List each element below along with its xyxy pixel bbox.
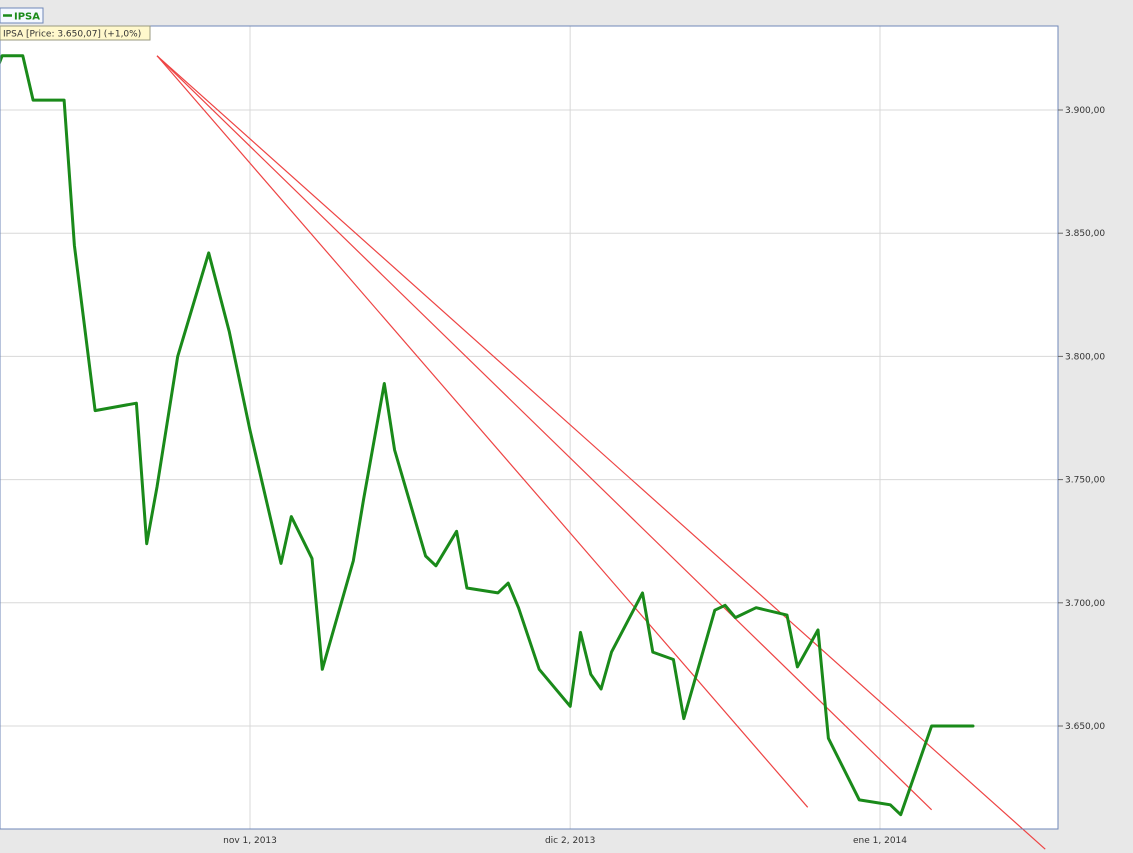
plot-background	[0, 26, 1058, 829]
x-tick-label: nov 1, 2013	[223, 836, 277, 846]
ipsa-chart: 3.650,00 3.700,00 3.750,00 3.800,00 3.850,00…	[0, 0, 1133, 853]
legend-label: IPSA	[14, 12, 40, 23]
y-tick-label: 3.850,00	[1065, 229, 1105, 239]
y-tick-label: 3.650,00	[1065, 722, 1105, 732]
y-tick-label: 3.700,00	[1065, 599, 1105, 609]
price-info-text: IPSA [Price: 3.650,07] (+1,0%)	[3, 30, 141, 40]
y-tick-label: 3.750,00	[1065, 476, 1105, 486]
legend-box[interactable]: IPSA	[0, 7, 44, 24]
x-tick-label: ene 1, 2014	[853, 836, 907, 846]
y-tick-label: 3.800,00	[1065, 352, 1105, 362]
y-tick-label: 3.900,00	[1065, 106, 1105, 116]
x-tick-label: dic 2, 2013	[545, 836, 595, 846]
price-info-box: IPSA [Price: 3.650,07] (+1,0%)	[0, 25, 151, 41]
